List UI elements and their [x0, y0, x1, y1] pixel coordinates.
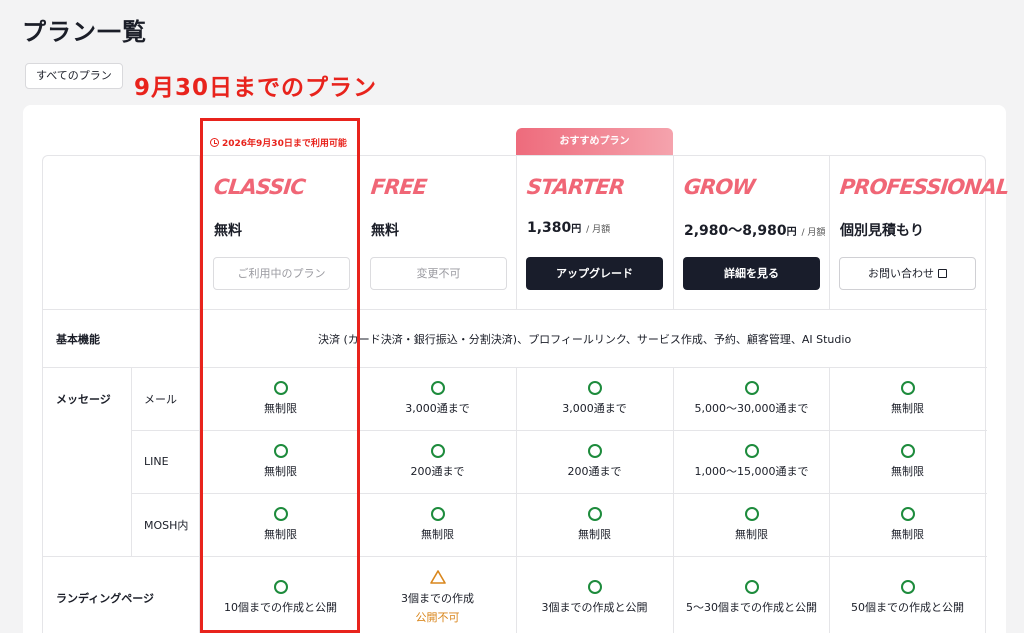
- cell-text: 200通まで: [410, 465, 465, 478]
- basic-features-text: 決済 (カード決済・銀行振込・分割決済)、プロフィールリンク、サービス作成、予約…: [318, 333, 852, 346]
- cell-text: 無制限: [891, 465, 924, 478]
- cell-text: 1,000〜15,000通まで: [694, 465, 809, 478]
- cell-text: 3個までの作成と公開: [541, 601, 648, 614]
- cell-text: 3個までの作成: [401, 592, 474, 605]
- check-circle-icon: [900, 381, 915, 395]
- cell-text: 5〜30個までの作成と公開: [686, 601, 817, 614]
- check-circle-icon: [744, 444, 759, 458]
- row-label-message: メッセージ: [56, 393, 111, 406]
- line-cell-starter: 200通まで: [516, 444, 673, 479]
- cell-text: 50個までの作成と公開: [851, 601, 964, 614]
- mail-cell-free: 3,000通まで: [359, 381, 516, 416]
- landing-cell-starter: 3個までの作成と公開: [516, 580, 673, 615]
- row-label-landing: ランディングページ: [56, 592, 155, 605]
- check-circle-icon: [744, 507, 759, 521]
- price-value: 1,380: [527, 220, 572, 236]
- price-period: / 月額: [801, 228, 826, 238]
- mail-cell-grow: 5,000〜30,000通まで: [673, 381, 830, 416]
- cell-text: 3,000通まで: [405, 402, 470, 415]
- unchangeable-button[interactable]: 変更不可: [370, 257, 507, 290]
- plan-price-professional: 個別見積もり: [840, 223, 924, 239]
- check-circle-icon: [587, 444, 602, 458]
- plan-name-free: FREE: [369, 175, 428, 199]
- check-circle-icon: [587, 507, 602, 521]
- check-circle-icon: [430, 444, 445, 458]
- cell-text: 200通まで: [567, 465, 622, 478]
- warning-triangle-icon: [429, 570, 446, 584]
- plan-price-free: 無料: [371, 223, 399, 239]
- plan-price-grow: 2,980〜8,980円 / 月額: [684, 220, 825, 240]
- plan-price-starter: 1,380円 / 月額: [527, 220, 610, 236]
- cell-text: 5,000〜30,000通まで: [694, 402, 809, 415]
- annotation-text: 9月30日までのプラン: [134, 75, 378, 101]
- tab-all-plans[interactable]: すべてのプラン: [25, 63, 123, 89]
- cell-text: 無制限: [891, 402, 924, 415]
- external-link-icon: [938, 269, 947, 278]
- price-unit: 円: [571, 224, 582, 235]
- check-circle-icon: [900, 580, 915, 594]
- upgrade-button[interactable]: アップグレード: [526, 257, 663, 290]
- landing-cell-professional: 50個までの作成と公開: [829, 580, 986, 615]
- contact-label: お問い合わせ: [868, 267, 934, 280]
- cell-text: 無制限: [735, 528, 768, 541]
- classic-highlight-box: [200, 118, 360, 633]
- details-button[interactable]: 詳細を見る: [683, 257, 820, 290]
- plan-name-professional: PROFESSIONAL: [838, 175, 1010, 199]
- check-circle-icon: [587, 381, 602, 395]
- check-circle-icon: [900, 507, 915, 521]
- check-circle-icon: [744, 580, 759, 594]
- check-circle-icon: [587, 580, 602, 594]
- plan-name-grow: GROW: [682, 175, 756, 199]
- row-label-basic: 基本機能: [56, 333, 100, 346]
- price-period: / 月額: [586, 225, 611, 235]
- landing-cell-free: 3個までの作成 公開不可: [359, 570, 516, 625]
- check-circle-icon: [744, 381, 759, 395]
- landing-cell-grow: 5〜30個までの作成と公開: [673, 580, 830, 615]
- cell-text: 3,000通まで: [562, 402, 627, 415]
- contact-button[interactable]: お問い合わせ: [839, 257, 976, 290]
- line-cell-professional: 無制限: [829, 444, 986, 479]
- sub-label-line: LINE: [144, 455, 169, 468]
- mail-cell-starter: 3,000通まで: [516, 381, 673, 416]
- cell-text: 無制限: [578, 528, 611, 541]
- line-cell-grow: 1,000〜15,000通まで: [673, 444, 830, 479]
- page-title: プラン一覧: [22, 18, 147, 46]
- publish-unavailable-note: 公開不可: [415, 611, 460, 624]
- recommend-badge: おすすめプラン: [516, 128, 673, 155]
- cell-text: 無制限: [891, 528, 924, 541]
- check-circle-icon: [900, 444, 915, 458]
- sub-label-mosh: MOSH内: [144, 519, 189, 532]
- mosh-cell-grow: 無制限: [673, 507, 830, 542]
- mosh-cell-free: 無制限: [359, 507, 516, 542]
- line-cell-free: 200通まで: [359, 444, 516, 479]
- mosh-cell-professional: 無制限: [829, 507, 986, 542]
- check-circle-icon: [430, 507, 445, 521]
- price-unit: 円: [786, 227, 797, 238]
- mail-cell-professional: 無制限: [829, 381, 986, 416]
- plan-name-starter: STARTER: [525, 175, 626, 199]
- price-value: 2,980〜8,980: [684, 223, 787, 239]
- check-circle-icon: [430, 381, 445, 395]
- sub-label-mail: メール: [144, 393, 177, 406]
- cell-text: 無制限: [421, 528, 454, 541]
- mosh-cell-starter: 無制限: [516, 507, 673, 542]
